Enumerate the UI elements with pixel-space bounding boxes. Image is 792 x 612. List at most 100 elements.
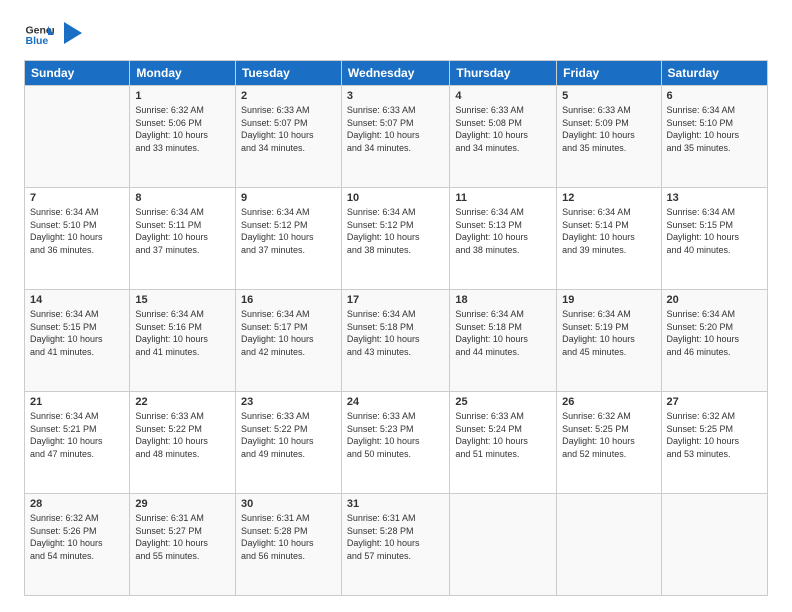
day-info: Sunrise: 6:34 AM Sunset: 5:17 PM Dayligh…: [241, 308, 336, 358]
calendar-body: 1Sunrise: 6:32 AM Sunset: 5:06 PM Daylig…: [25, 86, 768, 596]
calendar-cell: 9 Sunrise: 6:34 AM Sunset: 5:12 PM Daylig…: [235, 188, 341, 290]
day-info: Sunrise: 6:34 AM Sunset: 5:19 PM Dayligh…: [562, 308, 655, 358]
logo-arrow-icon: [64, 22, 82, 44]
calendar-cell: 24 Sunrise: 6:33 AM Sunset: 5:23 PM Dayli…: [341, 392, 449, 494]
page: General Blue SundayMondayTuesdayWednesda…: [0, 0, 792, 612]
day-number: 29: [135, 498, 230, 510]
day-info: Sunrise: 6:33 AM Sunset: 5:07 PM Dayligh…: [241, 104, 336, 154]
calendar-header-friday: Friday: [557, 61, 661, 86]
calendar-cell: 3Sunrise: 6:33 AM Sunset: 5:07 PM Daylig…: [341, 86, 449, 188]
day-info: Sunrise: 6:32 AM Sunset: 5:25 PM Dayligh…: [667, 410, 762, 460]
calendar-cell: 31 Sunrise: 6:31 AM Sunset: 5:28 PM Dayli…: [341, 494, 449, 596]
calendar-cell: [661, 494, 767, 596]
calendar-cell: 16 Sunrise: 6:34 AM Sunset: 5:17 PM Dayli…: [235, 290, 341, 392]
day-number: 5: [562, 90, 655, 102]
day-info: Sunrise: 6:34 AM Sunset: 5:13 PM Dayligh…: [455, 206, 551, 256]
calendar-table: SundayMondayTuesdayWednesdayThursdayFrid…: [24, 60, 768, 596]
calendar-header-thursday: Thursday: [450, 61, 557, 86]
calendar-cell: 20 Sunrise: 6:34 AM Sunset: 5:20 PM Dayli…: [661, 290, 767, 392]
day-number: 15: [135, 294, 230, 306]
calendar-header-tuesday: Tuesday: [235, 61, 341, 86]
calendar-cell: 19 Sunrise: 6:34 AM Sunset: 5:19 PM Dayli…: [557, 290, 661, 392]
day-number: 26: [562, 396, 655, 408]
day-number: 17: [347, 294, 444, 306]
day-info: Sunrise: 6:32 AM Sunset: 5:25 PM Dayligh…: [562, 410, 655, 460]
calendar-cell: 2 Sunrise: 6:33 AM Sunset: 5:07 PM Daylig…: [235, 86, 341, 188]
logo: General Blue: [24, 20, 82, 50]
day-number: 18: [455, 294, 551, 306]
calendar-cell: 25Sunrise: 6:33 AM Sunset: 5:24 PM Dayli…: [450, 392, 557, 494]
calendar-header-saturday: Saturday: [661, 61, 767, 86]
day-number: 19: [562, 294, 655, 306]
calendar-cell: 17 Sunrise: 6:34 AM Sunset: 5:18 PM Dayli…: [341, 290, 449, 392]
calendar-cell: 30Sunrise: 6:31 AM Sunset: 5:28 PM Dayli…: [235, 494, 341, 596]
day-info: Sunrise: 6:34 AM Sunset: 5:11 PM Dayligh…: [135, 206, 230, 256]
day-info: Sunrise: 6:31 AM Sunset: 5:27 PM Dayligh…: [135, 512, 230, 562]
calendar-cell: 27 Sunrise: 6:32 AM Sunset: 5:25 PM Dayli…: [661, 392, 767, 494]
logo-icon: General Blue: [24, 20, 54, 50]
day-info: Sunrise: 6:32 AM Sunset: 5:26 PM Dayligh…: [30, 512, 124, 562]
day-number: 14: [30, 294, 124, 306]
calendar-header-sunday: Sunday: [25, 61, 130, 86]
calendar-cell: 10Sunrise: 6:34 AM Sunset: 5:12 PM Dayli…: [341, 188, 449, 290]
day-info: Sunrise: 6:34 AM Sunset: 5:18 PM Dayligh…: [347, 308, 444, 358]
day-info: Sunrise: 6:33 AM Sunset: 5:23 PM Dayligh…: [347, 410, 444, 460]
day-info: Sunrise: 6:33 AM Sunset: 5:09 PM Dayligh…: [562, 104, 655, 154]
calendar-cell: 5 Sunrise: 6:33 AM Sunset: 5:09 PM Daylig…: [557, 86, 661, 188]
header: General Blue: [24, 20, 768, 50]
day-info: Sunrise: 6:33 AM Sunset: 5:08 PM Dayligh…: [455, 104, 551, 154]
day-number: 22: [135, 396, 230, 408]
calendar-week-4: 21 Sunrise: 6:34 AM Sunset: 5:21 PM Dayli…: [25, 392, 768, 494]
day-number: 7: [30, 192, 124, 204]
calendar-cell: 12 Sunrise: 6:34 AM Sunset: 5:14 PM Dayli…: [557, 188, 661, 290]
calendar-cell: 26 Sunrise: 6:32 AM Sunset: 5:25 PM Dayli…: [557, 392, 661, 494]
day-number: 4: [455, 90, 551, 102]
day-number: 12: [562, 192, 655, 204]
calendar-cell: 22 Sunrise: 6:33 AM Sunset: 5:22 PM Dayli…: [130, 392, 236, 494]
day-info: Sunrise: 6:33 AM Sunset: 5:22 PM Dayligh…: [135, 410, 230, 460]
day-info: Sunrise: 6:32 AM Sunset: 5:06 PM Dayligh…: [135, 104, 230, 154]
calendar-cell: [25, 86, 130, 188]
day-info: Sunrise: 6:34 AM Sunset: 5:20 PM Dayligh…: [667, 308, 762, 358]
day-number: 20: [667, 294, 762, 306]
calendar-week-2: 7 Sunrise: 6:34 AM Sunset: 5:10 PM Daylig…: [25, 188, 768, 290]
calendar-cell: 6Sunrise: 6:34 AM Sunset: 5:10 PM Daylig…: [661, 86, 767, 188]
calendar-cell: 15Sunrise: 6:34 AM Sunset: 5:16 PM Dayli…: [130, 290, 236, 392]
day-number: 30: [241, 498, 336, 510]
day-number: 21: [30, 396, 124, 408]
calendar-week-5: 28Sunrise: 6:32 AM Sunset: 5:26 PM Dayli…: [25, 494, 768, 596]
calendar-header-monday: Monday: [130, 61, 236, 86]
day-info: Sunrise: 6:34 AM Sunset: 5:18 PM Dayligh…: [455, 308, 551, 358]
calendar-header-row: SundayMondayTuesdayWednesdayThursdayFrid…: [25, 61, 768, 86]
day-number: 23: [241, 396, 336, 408]
day-info: Sunrise: 6:34 AM Sunset: 5:15 PM Dayligh…: [667, 206, 762, 256]
calendar-cell: 7 Sunrise: 6:34 AM Sunset: 5:10 PM Daylig…: [25, 188, 130, 290]
day-number: 27: [667, 396, 762, 408]
day-info: Sunrise: 6:34 AM Sunset: 5:10 PM Dayligh…: [667, 104, 762, 154]
day-number: 16: [241, 294, 336, 306]
calendar-cell: 29 Sunrise: 6:31 AM Sunset: 5:27 PM Dayli…: [130, 494, 236, 596]
day-info: Sunrise: 6:31 AM Sunset: 5:28 PM Dayligh…: [347, 512, 444, 562]
day-info: Sunrise: 6:34 AM Sunset: 5:21 PM Dayligh…: [30, 410, 124, 460]
calendar-cell: [450, 494, 557, 596]
day-info: Sunrise: 6:34 AM Sunset: 5:10 PM Dayligh…: [30, 206, 124, 256]
calendar-cell: 4 Sunrise: 6:33 AM Sunset: 5:08 PM Daylig…: [450, 86, 557, 188]
calendar-header-wednesday: Wednesday: [341, 61, 449, 86]
svg-text:Blue: Blue: [26, 35, 49, 47]
day-number: 2: [241, 90, 336, 102]
day-number: 31: [347, 498, 444, 510]
day-number: 9: [241, 192, 336, 204]
day-number: 11: [455, 192, 551, 204]
calendar-cell: 11 Sunrise: 6:34 AM Sunset: 5:13 PM Dayli…: [450, 188, 557, 290]
day-number: 8: [135, 192, 230, 204]
calendar-week-3: 14Sunrise: 6:34 AM Sunset: 5:15 PM Dayli…: [25, 290, 768, 392]
day-info: Sunrise: 6:34 AM Sunset: 5:12 PM Dayligh…: [241, 206, 336, 256]
calendar-cell: 23Sunrise: 6:33 AM Sunset: 5:22 PM Dayli…: [235, 392, 341, 494]
day-number: 13: [667, 192, 762, 204]
day-info: Sunrise: 6:33 AM Sunset: 5:07 PM Dayligh…: [347, 104, 444, 154]
calendar-cell: [557, 494, 661, 596]
day-number: 24: [347, 396, 444, 408]
calendar-cell: 28Sunrise: 6:32 AM Sunset: 5:26 PM Dayli…: [25, 494, 130, 596]
day-info: Sunrise: 6:34 AM Sunset: 5:14 PM Dayligh…: [562, 206, 655, 256]
day-number: 25: [455, 396, 551, 408]
